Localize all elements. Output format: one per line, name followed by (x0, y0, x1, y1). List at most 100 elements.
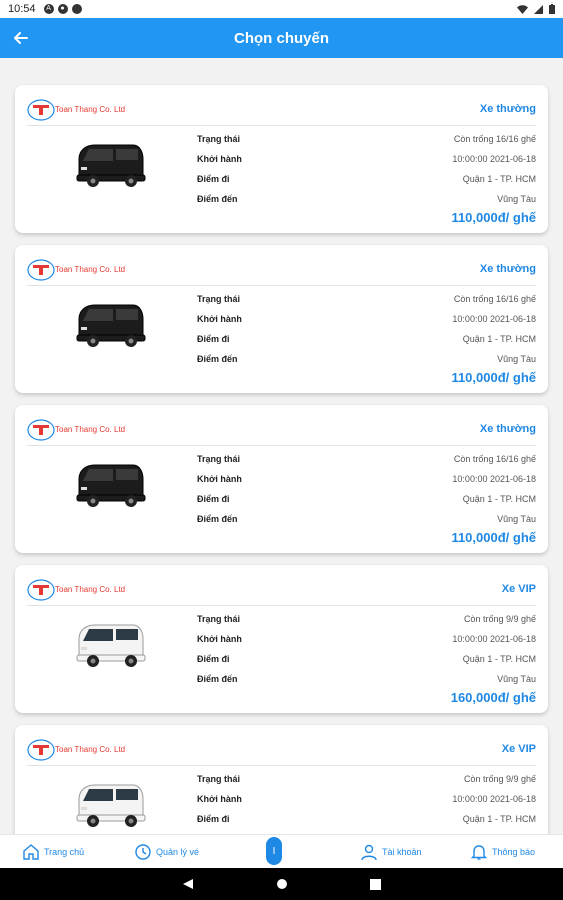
trip-price: 160,000đ/ ghế (450, 690, 536, 705)
trip-details: Trạng thái Còn trống 9/9 ghế Khởi hành 10:0… (197, 769, 536, 834)
company-logo-icon (27, 259, 55, 281)
trip-price: 110,000đ/ ghế (451, 210, 536, 225)
back-button[interactable] (10, 27, 32, 49)
trip-price: 110,000đ/ ghế (451, 370, 536, 385)
trip-list[interactable]: Toan Thang Co. Ltd Xe thường Trạng thái Còn… (0, 58, 563, 834)
system-back-button[interactable] (181, 877, 195, 891)
card-divider (27, 605, 536, 606)
detail-label: Điểm đi (197, 174, 230, 184)
detail-label: Khởi hành (197, 314, 242, 324)
detail-row: Điểm đi Quận 1 - TP. HCM (197, 489, 536, 509)
user-icon (361, 844, 377, 861)
detail-label: Trạng thái (197, 294, 241, 304)
system-home-button[interactable] (275, 877, 289, 891)
vehicle-type-badge: Xe thường (479, 423, 536, 435)
detail-label: Điểm đi (197, 814, 230, 824)
card-divider (27, 285, 536, 286)
van-icon (76, 304, 146, 347)
trip-details: Trạng thái Còn trống 16/16 ghế Khởi hành 10… (197, 449, 536, 529)
system-nav-bar (0, 868, 563, 900)
detail-label: Khởi hành (197, 794, 242, 804)
detail-row: Khởi hành 10:00:00 2021-06-18 (197, 149, 536, 169)
detail-value: Còn trống 16/16 ghế (453, 134, 536, 144)
trip-details: Trạng thái Còn trống 16/16 ghế Khởi hành 10… (197, 129, 536, 209)
detail-label: Điểm đi (197, 494, 230, 504)
arrow-left-icon (14, 32, 28, 44)
detail-label: Điểm đến (197, 674, 238, 684)
detail-value: Quận 1 - TP. HCM (462, 174, 536, 184)
detail-value: Vũng Tàu (497, 514, 536, 524)
detail-row: Điểm đến Vũng Tàu (197, 189, 536, 209)
detail-row: Điểm đi Quận 1 - TP. HCM (197, 649, 536, 669)
system-recents-button[interactable] (369, 877, 383, 891)
company-name: Toan Thang Co. Ltd (55, 425, 126, 434)
detail-label: Trạng thái (197, 614, 241, 624)
nav-account-label: Tài khoản (382, 847, 422, 857)
company-logo-icon (27, 739, 55, 761)
nav-notifications-label: Thông báo (492, 847, 536, 857)
detail-value: Còn trống 16/16 ghế (453, 294, 536, 304)
nav-account[interactable]: Tài khoản (360, 835, 422, 869)
sim-icon (71, 4, 82, 14)
detail-label: Điểm đến (197, 194, 238, 204)
detail-row: Trạng thái Còn trống 16/16 ghế (197, 449, 536, 469)
page-title: Chọn chuyến (233, 29, 329, 47)
trip-card[interactable]: Toan Thang Co. Ltd Xe thường Trạng thái Còn… (15, 405, 548, 553)
battery-icon (549, 4, 555, 14)
vehicle-type-badge: Xe VIP (501, 743, 536, 755)
bottom-nav: Trang chủ Quản lý vé I Tài khoản Thông b… (0, 834, 563, 868)
detail-label: Điểm đến (197, 354, 238, 364)
company-logo-icon (27, 99, 55, 121)
detail-value: Quận 1 - TP. HCM (462, 814, 536, 824)
trip-card[interactable]: Toan Thang Co. Ltd Xe thường Trạng thái Còn… (15, 245, 548, 393)
detail-label: Điểm đi (197, 654, 230, 664)
detail-row: Trạng thái Còn trống 16/16 ghế (197, 289, 536, 309)
clock-icon (135, 844, 151, 860)
detail-label: Trạng thái (197, 454, 241, 464)
detail-row: Khởi hành 10:00:00 2021-06-18 (197, 469, 536, 489)
detail-value: Vũng Tàu (497, 674, 536, 684)
trip-card[interactable]: Toan Thang Co. Ltd Xe VIP Trạng thái Còn tr… (15, 565, 548, 713)
vehicle-type-badge: Xe thường (479, 263, 536, 275)
wifi-icon (517, 4, 528, 14)
detail-row: Khởi hành 10:00:00 2021-06-18 (197, 629, 536, 649)
trip-card[interactable]: Toan Thang Co. Ltd Xe VIP Trạng thái Còn tr… (15, 725, 548, 834)
detail-row: Điểm đến Vũng Tàu (197, 349, 536, 369)
van-icon (76, 464, 146, 507)
nav-manage-label: Quản lý vé (156, 847, 200, 857)
detail-value: Còn trống 9/9 ghế (463, 614, 536, 624)
detail-row: Điểm đến Vũng Tàu (197, 509, 536, 529)
nav-notifications[interactable]: Thông báo (470, 835, 535, 869)
detail-row: Điểm đi Quận 1 - TP. HCM (197, 329, 536, 349)
detail-label: Khởi hành (197, 154, 242, 164)
vehicle-type-badge: Xe thường (479, 103, 536, 115)
status-bar: 10:54 A ● (0, 0, 563, 18)
detail-label: Trạng thái (197, 134, 241, 144)
detail-row: Điểm đến Vũng Tàu (197, 669, 536, 689)
app-bar: Chọn chuyến (0, 18, 563, 58)
vehicle-type-badge: Xe VIP (501, 583, 536, 595)
van-icon (76, 624, 146, 667)
nav-center-button[interactable]: I (266, 837, 282, 865)
nav-home[interactable]: Trang chủ (22, 835, 84, 869)
company-logo-icon (27, 579, 55, 601)
detail-value: 10:00:00 2021-06-18 (452, 794, 536, 804)
trip-price: 110,000đ/ ghế (451, 530, 536, 545)
detail-row: Trạng thái Còn trống 16/16 ghế (197, 129, 536, 149)
detail-value: Còn trống 16/16 ghế (453, 454, 536, 464)
trip-card[interactable]: Toan Thang Co. Ltd Xe thường Trạng thái Còn… (15, 85, 548, 233)
detail-row: Trạng thái Còn trống 9/9 ghế (197, 769, 536, 789)
detail-value: Vũng Tàu (497, 194, 536, 204)
nav-manage-tickets[interactable]: Quản lý vé (134, 835, 199, 869)
detail-label: Khởi hành (197, 634, 242, 644)
card-divider (27, 125, 536, 126)
company-logo-icon (27, 419, 55, 441)
home-icon (23, 844, 39, 860)
detail-value: 10:00:00 2021-06-18 (452, 474, 536, 484)
van-icon (76, 144, 146, 187)
detail-value: Vũng Tàu (497, 354, 536, 364)
company-name: Toan Thang Co. Ltd (55, 745, 126, 754)
company-name: Toan Thang Co. Ltd (55, 585, 126, 594)
company-name: Toan Thang Co. Ltd (55, 105, 126, 114)
company-name: Toan Thang Co. Ltd (55, 265, 126, 274)
